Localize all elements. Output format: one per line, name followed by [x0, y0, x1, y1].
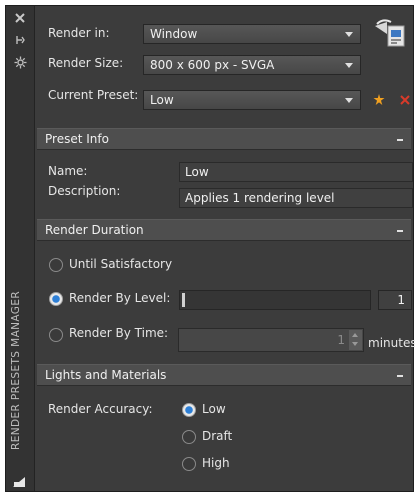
render-in-dropdown[interactable]: Window — [143, 24, 361, 44]
render-by-level-label: Render By Level: — [69, 291, 171, 305]
render-accuracy-label: Render Accuracy: — [48, 402, 153, 416]
pin-icon[interactable] — [12, 34, 28, 50]
preset-info-title: Preset Info — [45, 132, 109, 146]
render-by-time-radio[interactable] — [49, 328, 63, 342]
palette-corner-icon — [12, 476, 26, 488]
current-preset-label: Current Preset: — [48, 88, 139, 102]
chevron-down-icon — [345, 98, 353, 103]
collapse-icon — [397, 375, 403, 377]
chevron-down-icon — [345, 32, 353, 37]
render-size-dropdown[interactable]: 800 x 600 px - SVGA — [143, 55, 361, 75]
render-size-value: 800 x 600 px - SVGA — [150, 58, 275, 72]
accuracy-low-radio[interactable] — [182, 403, 196, 417]
current-preset-value: Low — [150, 93, 174, 107]
preset-info-header[interactable]: Preset Info — [37, 128, 411, 150]
spinner-down-icon[interactable] — [352, 342, 358, 346]
description-field[interactable]: Applies 1 rendering level — [179, 188, 413, 208]
chevron-down-icon — [345, 63, 353, 68]
render-level-input[interactable]: 1 — [378, 290, 412, 310]
name-field[interactable]: Low — [179, 162, 413, 182]
render-in-value: Window — [150, 27, 198, 41]
collapse-icon — [397, 139, 403, 141]
palette-title: RENDER PRESETS MANAGER — [10, 290, 22, 450]
render-duration-title: Render Duration — [45, 223, 144, 237]
spinner-arrows[interactable] — [349, 330, 362, 350]
spinner-up-icon[interactable] — [352, 333, 358, 337]
settings-icon[interactable] — [12, 56, 28, 72]
description-value: Applies 1 rendering level — [185, 191, 335, 205]
render-presets-palette: RENDER PRESETS MANAGER Render in: Window… — [5, 5, 415, 492]
render-time-spinner[interactable]: 1 — [178, 328, 364, 352]
accuracy-draft-radio[interactable] — [182, 430, 196, 444]
name-label: Name: — [48, 164, 88, 178]
render-level-slider[interactable] — [179, 290, 371, 310]
render-time-value: 1 — [337, 333, 345, 347]
until-satisfactory-label: Until Satisfactory — [69, 257, 173, 271]
accuracy-high-radio[interactable] — [182, 457, 196, 471]
until-satisfactory-radio[interactable] — [49, 258, 63, 272]
settings-panel: Render in: Window Render Size: 800 x 600… — [37, 6, 415, 491]
render-by-level-radio[interactable] — [49, 292, 63, 306]
palette-titlebar: RENDER PRESETS MANAGER — [6, 6, 35, 491]
render-size-label: Render Size: — [48, 56, 124, 70]
render-window-icon[interactable] — [373, 18, 407, 50]
new-preset-star-icon[interactable] — [372, 93, 386, 107]
render-level-value: 1 — [397, 293, 405, 307]
description-label: Description: — [48, 184, 121, 198]
delete-preset-icon[interactable] — [399, 94, 411, 106]
render-duration-header[interactable]: Render Duration — [37, 219, 411, 241]
lights-materials-title: Lights and Materials — [45, 368, 167, 382]
collapse-icon — [397, 230, 403, 232]
name-value: Low — [185, 165, 209, 179]
render-in-label: Render in: — [48, 26, 110, 40]
accuracy-low-label: Low — [202, 402, 226, 416]
close-icon[interactable] — [12, 12, 28, 28]
accuracy-high-label: High — [202, 456, 230, 470]
current-preset-dropdown[interactable]: Low — [143, 90, 361, 110]
slider-thumb[interactable] — [182, 293, 185, 307]
accuracy-draft-label: Draft — [202, 429, 233, 443]
render-by-time-label: Render By Time: — [69, 326, 169, 340]
lights-materials-header[interactable]: Lights and Materials — [37, 364, 411, 386]
minutes-unit-label: minutes — [368, 336, 415, 350]
